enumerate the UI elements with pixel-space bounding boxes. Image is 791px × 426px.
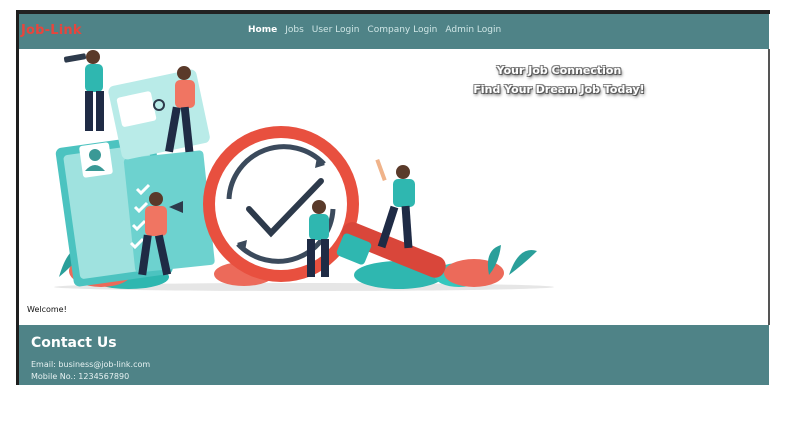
footer-mobile: Mobile No.: 1234567890 xyxy=(31,372,130,381)
hero-line-1: Your Job Connection xyxy=(496,64,622,77)
nav-company-login[interactable]: Company Login xyxy=(367,25,437,35)
hero-heading: Your Job Connection Find Your Dream Job … xyxy=(459,61,659,99)
hero-section: Your Job Connection Find Your Dream Job … xyxy=(19,49,769,294)
right-border xyxy=(768,49,770,325)
nav-user-login[interactable]: User Login xyxy=(312,25,360,35)
footer-email: Email: business@job-link.com xyxy=(31,360,151,369)
nav-links: Home Jobs User Login Company Login Admin… xyxy=(248,25,501,35)
hero-line-2: Find Your Dream Job Today! xyxy=(473,83,645,96)
nav-jobs[interactable]: Jobs xyxy=(285,25,304,35)
brand-logo[interactable]: Job-Link xyxy=(21,23,82,38)
nav-home[interactable]: Home xyxy=(248,25,277,35)
footer-title: Contact Us xyxy=(31,335,117,351)
welcome-text: Welcome! xyxy=(27,305,67,314)
navbar: Job-Link Home Jobs User Login Company Lo… xyxy=(19,14,769,49)
footer: Contact Us Email: business@job-link.com … xyxy=(19,325,769,385)
nav-admin-login[interactable]: Admin Login xyxy=(445,25,501,35)
